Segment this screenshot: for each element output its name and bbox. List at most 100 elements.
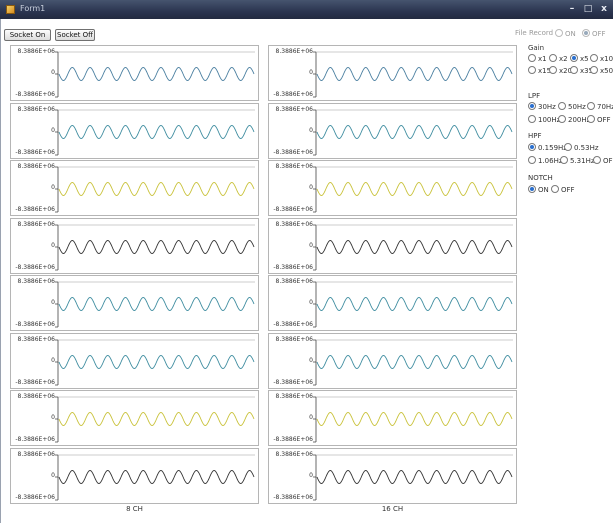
- lpf-200hz-radio[interactable]: 200Hz: [558, 115, 590, 124]
- channel-plot-panel: 8.3886E+06 0 -8.3886E+06: [10, 103, 259, 159]
- radio-icon: [528, 115, 536, 123]
- waveform-plot: [313, 281, 513, 328]
- app-icon: [6, 5, 15, 14]
- waveform-plot: [55, 166, 255, 213]
- socket-on-button[interactable]: Socket On: [4, 29, 51, 41]
- file-record-off-radio[interactable]: OFF: [582, 29, 606, 38]
- signal-waveform-line: [316, 182, 513, 196]
- channel-plot-panel: 8.3886E+06 0 -8.3886E+06: [268, 160, 517, 216]
- gain-x10-radio[interactable]: x10: [590, 54, 613, 63]
- radio-icon: [570, 66, 578, 74]
- waveform-plot: [313, 51, 513, 98]
- waveform-plot: [313, 224, 513, 271]
- window-title: Form1: [20, 4, 46, 13]
- radio-selected-icon: [582, 29, 590, 37]
- radio-icon: [558, 115, 566, 123]
- hpf-label: HPF: [528, 132, 542, 140]
- y-axis-line: [55, 281, 59, 328]
- minimize-button[interactable]: –: [565, 3, 579, 15]
- y-axis-line: [313, 224, 317, 271]
- signal-waveform-line: [58, 470, 255, 484]
- radio-icon: [549, 66, 557, 74]
- lpf-100hz-radio[interactable]: 100Hz: [528, 115, 560, 124]
- y-axis-line: [55, 224, 59, 271]
- channel-plot-panel: 8.3886E+06 0 -8.3886E+06: [10, 160, 259, 216]
- gain-x5-radio[interactable]: x5: [570, 54, 589, 63]
- radio-selected-icon: [528, 143, 536, 151]
- signal-waveform-line: [58, 412, 255, 426]
- gain-x2-radio[interactable]: x2: [549, 54, 568, 63]
- radio-icon: [558, 102, 566, 110]
- channel-plot-panel: 8.3886E+06 0 -8.3886E+06: [10, 390, 259, 446]
- lpf-50hz-radio[interactable]: 50Hz: [558, 102, 586, 111]
- radio-icon: [528, 66, 536, 74]
- title-bar: Form1 – □ x: [0, 0, 613, 19]
- gain-x50-radio[interactable]: x50: [590, 66, 613, 75]
- close-button[interactable]: x: [597, 3, 611, 15]
- socket-off-button[interactable]: Socket Off: [55, 29, 95, 41]
- signal-waveform-line: [316, 470, 513, 484]
- radio-icon: [528, 156, 536, 164]
- radio-icon: [564, 143, 572, 151]
- signal-waveform-line: [316, 297, 513, 311]
- signal-waveform-line: [58, 355, 255, 369]
- lpf-off-radio[interactable]: OFF: [587, 115, 611, 124]
- y-axis-line: [55, 109, 59, 156]
- hpf-off-radio[interactable]: OFF: [593, 156, 613, 165]
- hpf-0159hz-radio[interactable]: 0.159Hz: [528, 143, 567, 152]
- gain-label: Gain: [528, 44, 545, 52]
- signal-waveform-line: [58, 182, 255, 196]
- waveform-plot: [55, 396, 255, 443]
- channel-plot-panel: 8.3886E+06 0 -8.3886E+06: [10, 45, 259, 101]
- waveform-plot: [313, 109, 513, 156]
- signal-waveform-line: [58, 125, 255, 139]
- y-axis-line: [55, 166, 59, 213]
- radio-icon: [549, 54, 557, 62]
- radio-icon: [587, 115, 595, 123]
- signal-waveform-line: [58, 297, 255, 311]
- radio-selected-icon: [570, 54, 578, 62]
- radio-icon: [555, 29, 563, 37]
- waveform-plot: [313, 454, 513, 501]
- y-axis-line: [55, 396, 59, 443]
- gain-x20-radio[interactable]: x20: [549, 66, 572, 75]
- channel-plot-panel: 8.3886E+06 0 -8.3886E+06: [268, 333, 517, 389]
- notch-off-radio[interactable]: OFF: [551, 185, 575, 194]
- maximize-button[interactable]: □: [581, 3, 595, 15]
- lpf-70hz-radio[interactable]: 70Hz: [587, 102, 613, 111]
- lpf-30hz-radio[interactable]: 30Hz: [528, 102, 556, 111]
- notch-on-radio[interactable]: ON: [528, 185, 549, 194]
- channel-plot-panel: 8.3886E+06 0 -8.3886E+06: [268, 390, 517, 446]
- channel-label: 16 CH: [381, 505, 404, 513]
- lpf-label: LPF: [528, 92, 541, 100]
- y-axis-line: [313, 109, 317, 156]
- y-axis-line: [313, 396, 317, 443]
- channel-plot-panel: 8.3886E+06 0 -8.3886E+06: [10, 448, 259, 504]
- hpf-531hz-radio[interactable]: 5.31Hz: [560, 156, 595, 165]
- waveform-plot: [55, 109, 255, 156]
- y-axis-line: [313, 51, 317, 98]
- hpf-053hz-radio[interactable]: 0.53Hz: [564, 143, 599, 152]
- y-axis-line: [313, 339, 317, 386]
- waveform-plot: [55, 339, 255, 386]
- waveform-plot: [55, 51, 255, 98]
- channel-plot-panel: 8.3886E+06 0 -8.3886E+06: [268, 448, 517, 504]
- waveform-plot: [55, 224, 255, 271]
- channel-plot-panel: 8.3886E+06 0 -8.3886E+06: [10, 333, 259, 389]
- radio-icon: [590, 54, 598, 62]
- gain-x1-radio[interactable]: x1: [528, 54, 547, 63]
- gain-x15-radio[interactable]: x15: [528, 66, 551, 75]
- y-axis-line: [55, 339, 59, 386]
- hpf-106hz-radio[interactable]: 1.06Hz: [528, 156, 563, 165]
- waveform-plot: [55, 281, 255, 328]
- channel-plot-panel: 8.3886E+06 0 -8.3886E+06: [268, 103, 517, 159]
- signal-waveform-line: [316, 240, 513, 254]
- radio-selected-icon: [528, 102, 536, 110]
- waveform-plot: [313, 166, 513, 213]
- radio-icon: [551, 185, 559, 193]
- radio-icon: [560, 156, 568, 164]
- radio-icon: [590, 66, 598, 74]
- channel-plot-panel: 8.3886E+06 0 -8.3886E+06: [10, 275, 259, 331]
- file-record-on-radio[interactable]: ON: [555, 29, 576, 38]
- waveform-plot: [313, 396, 513, 443]
